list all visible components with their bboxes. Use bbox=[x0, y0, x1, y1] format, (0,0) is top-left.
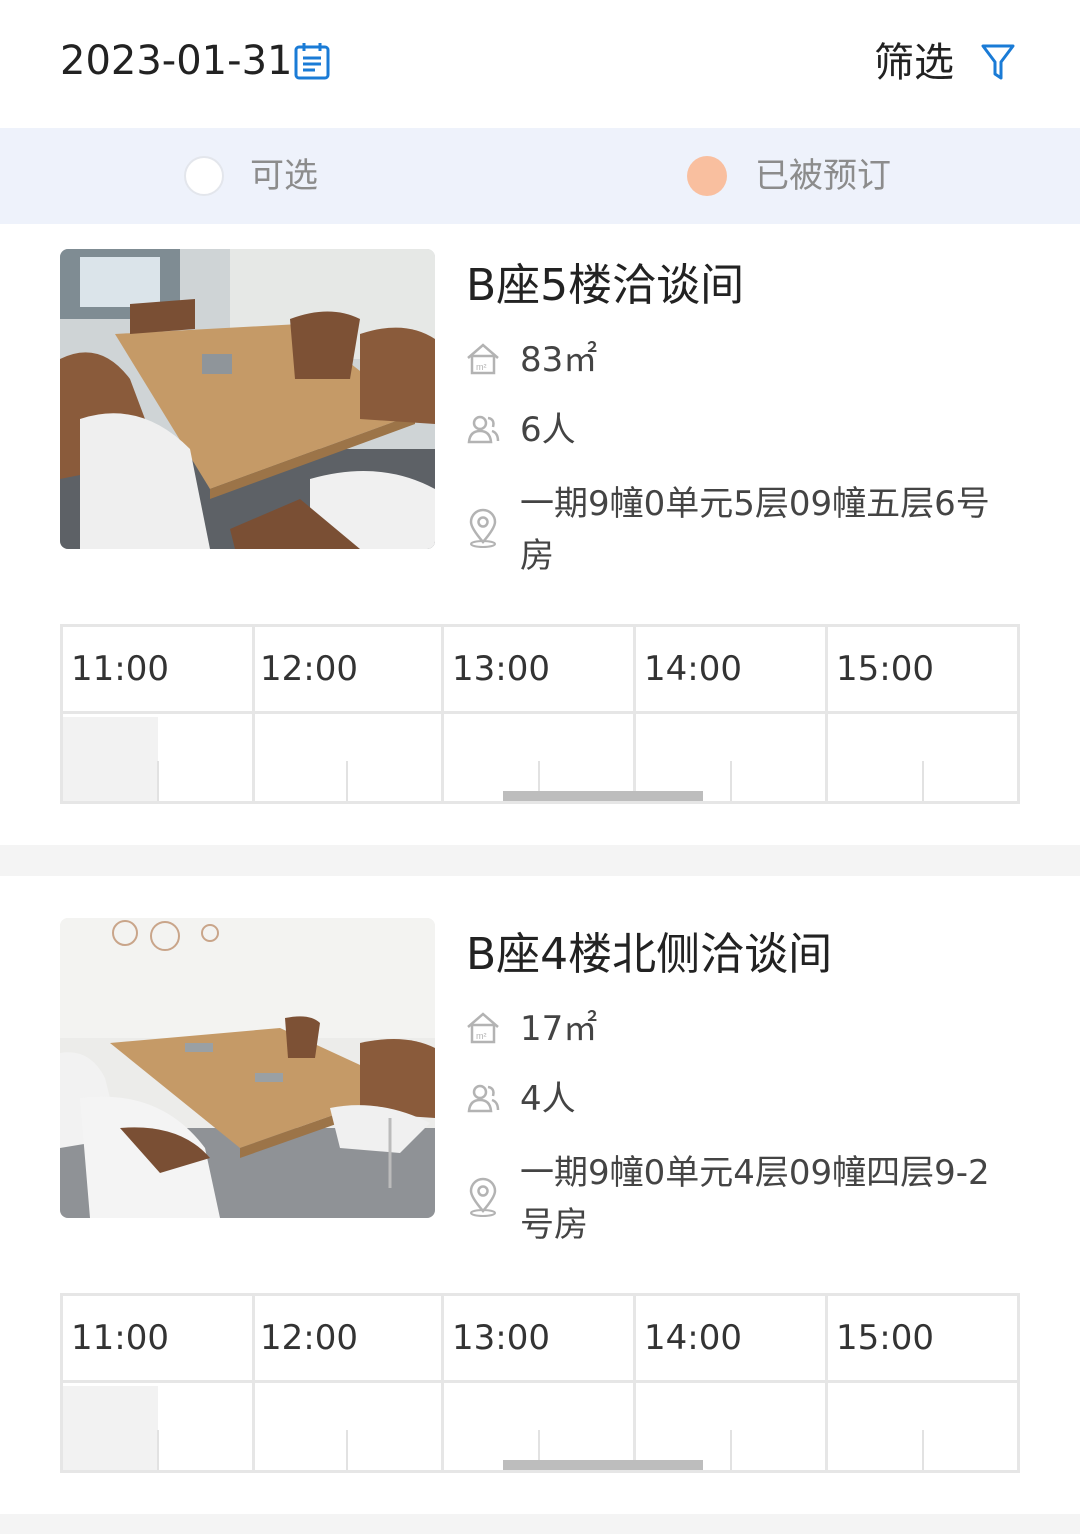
room-card[interactable]: B座4楼北侧洽谈间 m² 17㎡ 4人 一期9幢0单元4层09幢四层9-2号房 … bbox=[0, 893, 1080, 1493]
location-icon bbox=[466, 1177, 500, 1217]
time-label: 15:00 bbox=[836, 649, 934, 689]
time-slot[interactable]: 12:00 bbox=[252, 627, 444, 801]
filter-button[interactable]: 筛选 bbox=[874, 38, 954, 88]
filter-icon[interactable] bbox=[980, 42, 1016, 82]
time-slot-grid[interactable]: 11:00 12:00 13:00 14:00 15:00 bbox=[60, 624, 1020, 804]
area-icon: m² bbox=[466, 342, 500, 376]
time-slot[interactable]: 11:00 bbox=[63, 1296, 255, 1470]
card-divider bbox=[0, 845, 1080, 876]
time-slot[interactable]: 15:00 bbox=[828, 627, 1017, 801]
time-label: 14:00 bbox=[644, 649, 742, 689]
location-icon bbox=[466, 508, 500, 548]
free-dot-icon bbox=[184, 156, 224, 196]
time-slot-grid[interactable]: 11:00 12:00 13:00 14:00 15:00 bbox=[60, 1293, 1020, 1473]
time-label: 13:00 bbox=[452, 1318, 550, 1358]
svg-text:m²: m² bbox=[476, 1031, 487, 1041]
horizontal-scrollbar[interactable] bbox=[503, 791, 703, 801]
calendar-icon[interactable] bbox=[292, 41, 332, 81]
time-label: 15:00 bbox=[836, 1318, 934, 1358]
area-icon: m² bbox=[466, 1011, 500, 1045]
time-label: 13:00 bbox=[452, 649, 550, 689]
room-name: B座4楼北侧洽谈间 bbox=[466, 929, 833, 980]
room-photo[interactable] bbox=[60, 249, 435, 549]
people-icon bbox=[466, 412, 500, 446]
time-slot-past bbox=[63, 1386, 158, 1470]
time-slot[interactable]: 11:00 bbox=[63, 627, 255, 801]
time-slot[interactable]: 13:00 bbox=[444, 1296, 636, 1470]
room-card[interactable]: B座5楼洽谈间 m² 83㎡ 6人 一期9幢0单元5层09幢五层6号房 11:0… bbox=[0, 224, 1080, 824]
time-label: 14:00 bbox=[644, 1318, 742, 1358]
time-slot[interactable]: 15:00 bbox=[828, 1296, 1017, 1470]
date-label[interactable]: 2023-01-31 bbox=[60, 36, 292, 86]
time-label: 11:00 bbox=[71, 1318, 169, 1358]
time-label: 12:00 bbox=[260, 649, 358, 689]
people-icon bbox=[466, 1081, 500, 1115]
time-slot[interactable]: 13:00 bbox=[444, 627, 636, 801]
booked-dot-icon bbox=[687, 156, 727, 196]
time-label: 11:00 bbox=[71, 649, 169, 689]
card-divider bbox=[0, 1514, 1080, 1534]
horizontal-scrollbar[interactable] bbox=[503, 1460, 703, 1470]
top-bar: 2023-01-31 筛选 bbox=[0, 0, 1080, 128]
time-slot[interactable]: 12:00 bbox=[252, 1296, 444, 1470]
legend-free-label: 可选 bbox=[250, 156, 318, 196]
legend-booked-label: 已被预订 bbox=[755, 156, 891, 196]
time-label: 12:00 bbox=[260, 1318, 358, 1358]
availability-legend: 可选 已被预订 bbox=[0, 128, 1080, 224]
room-photo[interactable] bbox=[60, 918, 435, 1218]
time-slot-past bbox=[63, 717, 158, 801]
time-slot[interactable]: 14:00 bbox=[636, 1296, 828, 1470]
svg-text:m²: m² bbox=[476, 362, 487, 372]
room-name: B座5楼洽谈间 bbox=[466, 260, 745, 311]
time-slot[interactable]: 14:00 bbox=[636, 627, 828, 801]
